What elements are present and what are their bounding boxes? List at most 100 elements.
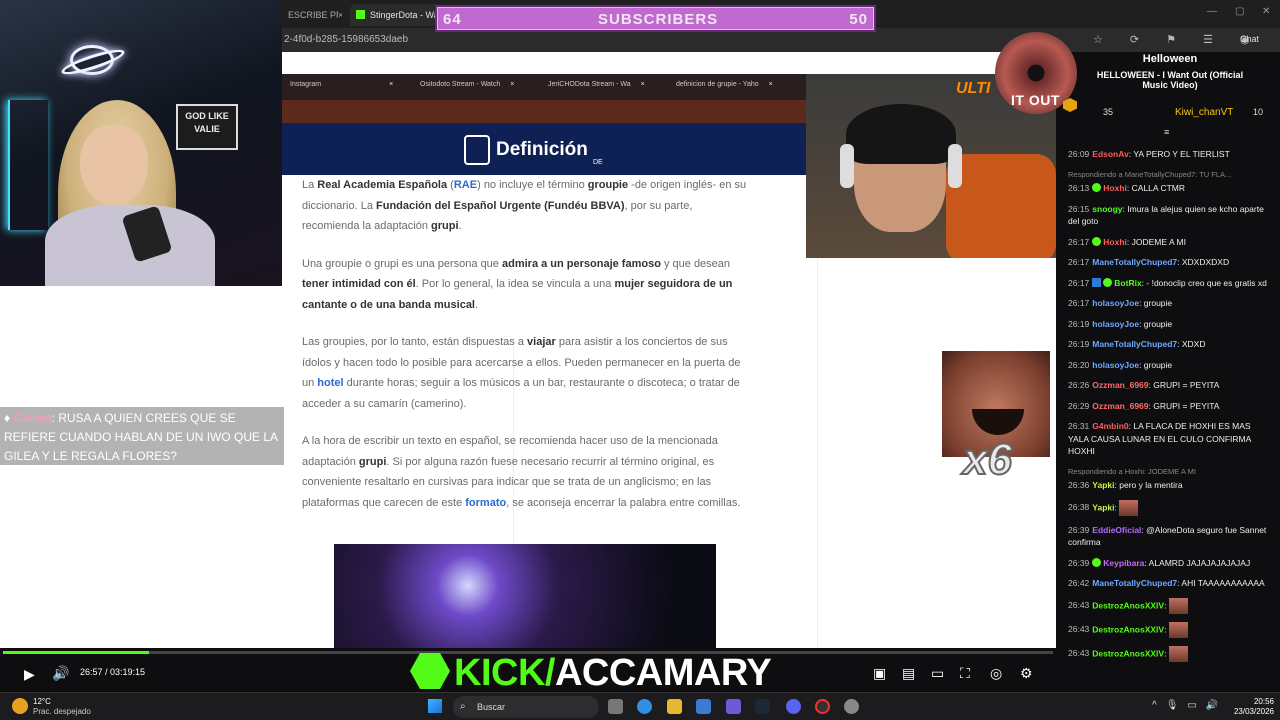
chat-username[interactable]: holasoyJoe (1092, 319, 1139, 329)
streamer-webcam: GOD LIKE VALIE (0, 0, 282, 286)
chat-text: groupie (1143, 318, 1173, 329)
chat-username[interactable]: Ozzman_6969 (1092, 380, 1148, 390)
play-icon[interactable]: ▶ (24, 666, 35, 683)
chat-username[interactable]: DestrozAnosXXIV (1092, 624, 1164, 634)
subscriber-goal-bar: 64 SUBSCRIBERS 50 (435, 5, 876, 32)
chat-timestamp: 26:13 (1068, 183, 1090, 193)
chat-username[interactable]: G4mbin0 (1092, 421, 1128, 431)
chat-username[interactable]: ManeTotallyChuped7 (1092, 578, 1177, 588)
chat-username[interactable]: ManeTotallyChuped7 (1092, 257, 1177, 267)
left-panel (0, 286, 282, 648)
chat-username[interactable]: Ozzman_6969 (1092, 401, 1148, 411)
tray-chevron-icon[interactable]: ^ (1152, 700, 1166, 711)
browser-toolbar-icons[interactable]: ☆ ⟳ ⚑ ☰ ◉ (1093, 33, 1262, 46)
volume-icon[interactable]: 🔊 (52, 665, 69, 682)
leader-user[interactable]: Kiwi_chanVT (1175, 107, 1233, 118)
article-paragraph-2: Una groupie o grupi es una persona que a… (302, 257, 733, 311)
divider (817, 257, 818, 648)
progress-fill (3, 651, 149, 654)
wall-sign: GOD LIKE VALIE (176, 104, 238, 150)
weather-icon[interactable] (12, 698, 28, 714)
quality-icon[interactable]: ◎ (990, 665, 1002, 682)
chat-text: groupie (1143, 298, 1173, 308)
edge-icon[interactable] (637, 699, 652, 714)
taskview-icon[interactable] (608, 699, 623, 714)
store-icon[interactable] (696, 699, 711, 714)
clip-icon[interactable]: ▤ (902, 665, 915, 682)
site-logo-icon (464, 135, 490, 165)
guest-hair (846, 104, 956, 164)
discord-icon[interactable] (786, 699, 801, 714)
sub-goal-label: SUBSCRIBERS (598, 11, 719, 28)
formato-link[interactable]: formato (465, 497, 506, 509)
chat-message: 26:31 G4mbin0: LA FLACA DE HOXHI ES MAS Y… (1068, 420, 1273, 458)
fullscreen-icon[interactable]: ⛶ (960, 665, 970, 682)
chat-username[interactable]: holasoyJoe (1092, 298, 1139, 308)
chat-username[interactable]: snoogy (1092, 204, 1122, 214)
emote-icon (1168, 621, 1188, 638)
article-paragraph-3: Las groupies, por lo tanto, están dispue… (302, 336, 741, 410)
theater-icon[interactable]: ▭ (931, 665, 944, 682)
chat-username[interactable]: DestrozAnosXXIV (1092, 600, 1164, 610)
chat-username[interactable]: EddieOficial (1092, 525, 1141, 535)
music-overlay-text: IT OUT (1011, 92, 1060, 108)
chat-message: 26:26 Ozzman_6969: GRUPI = PEYITA (1068, 379, 1273, 392)
tab-close-icon[interactable]: × (332, 4, 342, 26)
chat-username[interactable]: Yapki (1092, 480, 1114, 490)
chat-username[interactable]: Keypibara (1103, 558, 1144, 568)
chat-text: GRUPI = PEYITA (1153, 380, 1220, 390)
system-tray[interactable]: ^🎙▭🔊 (1152, 700, 1227, 711)
clock-time[interactable]: 20:56 (1226, 697, 1274, 706)
rae-link[interactable]: RAE (454, 179, 477, 191)
teams-icon[interactable] (726, 699, 741, 714)
chat-username[interactable]: Hoxhi (1103, 183, 1127, 193)
hotel-link[interactable]: hotel (317, 377, 343, 389)
chat-timestamp: 26:29 (1068, 400, 1090, 411)
minimize-icon[interactable]: — (1207, 6, 1217, 17)
obs-icon[interactable] (815, 699, 830, 714)
chat-text: - !donoclip creo que es gratis xd (1146, 277, 1267, 288)
chat-message: 26:42 ManeTotallyChuped7: AHI TAAAAAAAAAA… (1068, 577, 1273, 590)
inner-tab-instagram[interactable]: Instagram × (290, 81, 393, 88)
mic-icon[interactable]: 🎙 (1166, 700, 1188, 711)
music-title: Helloween (1142, 53, 1198, 65)
steam-icon[interactable] (755, 699, 770, 714)
speaker-icon[interactable]: 🔊 (1206, 700, 1227, 711)
network-icon[interactable]: ▭ (1187, 700, 1205, 711)
start-icon[interactable] (428, 699, 442, 713)
chat-username[interactable]: Yapki (1092, 502, 1114, 512)
taskbar-search[interactable]: Buscar (453, 696, 599, 718)
clock-date[interactable]: 23/03/2026 (1226, 707, 1274, 716)
chat-username[interactable]: Hoxhi (1103, 237, 1127, 247)
file-explorer-icon[interactable] (667, 699, 682, 714)
stream-screen: ESCRIBE PR × StingerDota - Watc — ▢ ✕ 2-… (0, 0, 1280, 720)
pip-icon[interactable]: ▣ (873, 665, 886, 682)
chat-username[interactable]: DestrozAnosXXIV (1092, 648, 1164, 658)
chat-username[interactable]: holasoyJoe (1092, 360, 1139, 370)
chat-messages: 26:09 EdsonAv: YA PERO Y EL TIERLIST Respo… (1068, 148, 1273, 670)
inner-browser-tabs: Instagram × Ositodoto Stream - Watch × Jer… (282, 74, 806, 100)
chat-username[interactable]: BotRix (1114, 278, 1141, 288)
chat-button[interactable]: Chat (1240, 34, 1259, 44)
maximize-icon[interactable]: ▢ (1235, 6, 1244, 17)
chat-username[interactable]: EdsonAv (1092, 149, 1129, 159)
cam-overlay-text: ULTI (956, 80, 991, 97)
site-logo[interactable]: Definición (496, 139, 588, 161)
inner-tab-jericho[interactable]: JeriCHODota Stream - Wa × (548, 81, 645, 88)
chat-message: 26:43 DestrozAnosXXIV: (1068, 621, 1273, 638)
browser-tab-active[interactable]: StingerDota - Watc (350, 4, 440, 26)
chat-timestamp: 26:43 (1068, 623, 1090, 634)
chat-username[interactable]: ManeTotallyChuped7 (1092, 339, 1177, 349)
close-window-icon[interactable]: ✕ (1262, 6, 1270, 17)
inner-tab-definicion[interactable]: definicion de grupie - Yaho × (676, 81, 773, 88)
inner-tab-osito[interactable]: Ositodoto Stream - Watch × (420, 81, 514, 88)
collapse-icon[interactable]: ≡ (1164, 127, 1169, 137)
chat-message: 26:29 Ozzman_6969: GRUPI = PEYITA (1068, 400, 1273, 413)
weather-temp: 12°C (33, 697, 51, 706)
settings-icon[interactable]: ⚙ (1020, 665, 1033, 682)
tab-label: StingerDota - Watc (370, 10, 440, 20)
leader-count: 35 (1103, 107, 1114, 117)
browser-tab[interactable]: ESCRIBE PR (282, 4, 338, 26)
settings-app-icon[interactable] (844, 699, 859, 714)
site-logo-suffix: DE (593, 159, 603, 166)
